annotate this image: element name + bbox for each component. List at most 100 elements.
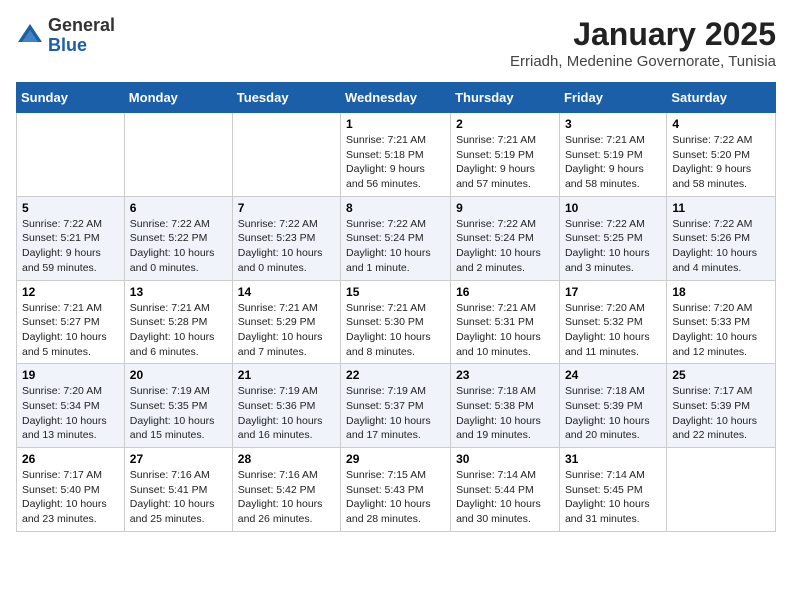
day-number: 30 (456, 452, 554, 466)
month-title: January 2025 (510, 16, 776, 53)
day-info: Sunrise: 7:22 AMSunset: 5:25 PMDaylight:… (565, 217, 661, 276)
calendar-cell (124, 113, 232, 197)
calendar-cell: 28 Sunrise: 7:16 AMSunset: 5:42 PMDayligh… (232, 448, 340, 532)
calendar-cell: 22Sunrise: 7:19 AMSunset: 5:37 PMDayligh… (341, 364, 451, 448)
day-info: Sunrise: 7:22 AMSunset: 5:20 PMDaylight:… (672, 133, 770, 192)
day-number: 17 (565, 285, 661, 299)
day-number: 28 (238, 452, 335, 466)
calendar-cell: 18Sunrise: 7:20 AMSunset: 5:33 PMDayligh… (667, 280, 776, 364)
calendar-cell: 24 Sunrise: 7:18 AMSunset: 5:39 PMDayligh… (559, 364, 666, 448)
day-number: 23 (456, 368, 554, 382)
day-number: 19 (22, 368, 119, 382)
logo: General Blue (16, 16, 115, 56)
calendar-cell: 25Sunrise: 7:17 AMSunset: 5:39 PMDayligh… (667, 364, 776, 448)
day-info: Sunrise: 7:22 AMSunset: 5:21 PMDaylight:… (22, 217, 119, 276)
weekday-header-sunday: Sunday (17, 83, 125, 113)
day-info: Sunrise: 7:20 AMSunset: 5:32 PMDaylight:… (565, 301, 661, 360)
day-info: Sunrise: 7:16 AMSunset: 5:41 PMDaylight:… (130, 468, 227, 527)
weekday-header-friday: Friday (559, 83, 666, 113)
logo-general: General (48, 16, 115, 36)
calendar-cell: 5 Sunrise: 7:22 AMSunset: 5:21 PMDaylight… (17, 196, 125, 280)
calendar-cell: 4 Sunrise: 7:22 AMSunset: 5:20 PMDaylight… (667, 113, 776, 197)
day-number: 29 (346, 452, 445, 466)
day-number: 22 (346, 368, 445, 382)
day-info: Sunrise: 7:16 AMSunset: 5:42 PMDaylight:… (238, 468, 335, 527)
calendar-cell: 2 Sunrise: 7:21 AMSunset: 5:19 PMDaylight… (451, 113, 560, 197)
day-info: Sunrise: 7:15 AMSunset: 5:43 PMDaylight:… (346, 468, 445, 527)
calendar-body: 1Sunrise: 7:21 AMSunset: 5:18 PMDaylight… (17, 113, 776, 532)
calendar-cell: 3Sunrise: 7:21 AMSunset: 5:19 PMDaylight… (559, 113, 666, 197)
day-number: 26 (22, 452, 119, 466)
calendar-cell: 29 Sunrise: 7:15 AMSunset: 5:43 PMDayligh… (341, 448, 451, 532)
calendar-cell: 12 Sunrise: 7:21 AMSunset: 5:27 PMDayligh… (17, 280, 125, 364)
day-info: Sunrise: 7:21 AMSunset: 5:27 PMDaylight:… (22, 301, 119, 360)
day-number: 18 (672, 285, 770, 299)
day-number: 13 (130, 285, 227, 299)
day-info: Sunrise: 7:21 AMSunset: 5:29 PMDaylight:… (238, 301, 335, 360)
calendar-cell: 17 Sunrise: 7:20 AMSunset: 5:32 PMDayligh… (559, 280, 666, 364)
day-number: 27 (130, 452, 227, 466)
calendar-cell: 10Sunrise: 7:22 AMSunset: 5:25 PMDayligh… (559, 196, 666, 280)
calendar-cell: 1Sunrise: 7:21 AMSunset: 5:18 PMDaylight… (341, 113, 451, 197)
calendar-week-row: 19 Sunrise: 7:20 AMSunset: 5:34 PMDayligh… (17, 364, 776, 448)
day-number: 7 (238, 201, 335, 215)
calendar-header: SundayMondayTuesdayWednesdayThursdayFrid… (17, 83, 776, 113)
day-info: Sunrise: 7:21 AMSunset: 5:19 PMDaylight:… (456, 133, 554, 192)
day-number: 4 (672, 117, 770, 131)
day-info: Sunrise: 7:18 AMSunset: 5:39 PMDaylight:… (565, 384, 661, 443)
day-info: Sunrise: 7:22 AMSunset: 5:24 PMDaylight:… (456, 217, 554, 276)
calendar-cell: 11 Sunrise: 7:22 AMSunset: 5:26 PMDayligh… (667, 196, 776, 280)
calendar-cell: 20Sunrise: 7:19 AMSunset: 5:35 PMDayligh… (124, 364, 232, 448)
calendar-cell: 31Sunrise: 7:14 AMSunset: 5:45 PMDayligh… (559, 448, 666, 532)
calendar-week-row: 12 Sunrise: 7:21 AMSunset: 5:27 PMDayligh… (17, 280, 776, 364)
logo-blue: Blue (48, 36, 115, 56)
day-number: 14 (238, 285, 335, 299)
day-info: Sunrise: 7:22 AMSunset: 5:26 PMDaylight:… (672, 217, 770, 276)
day-info: Sunrise: 7:22 AMSunset: 5:22 PMDaylight:… (130, 217, 227, 276)
calendar-cell: 23 Sunrise: 7:18 AMSunset: 5:38 PMDayligh… (451, 364, 560, 448)
day-number: 9 (456, 201, 554, 215)
day-number: 15 (346, 285, 445, 299)
calendar-cell: 26 Sunrise: 7:17 AMSunset: 5:40 PMDayligh… (17, 448, 125, 532)
calendar-week-row: 5 Sunrise: 7:22 AMSunset: 5:21 PMDaylight… (17, 196, 776, 280)
day-info: Sunrise: 7:21 AMSunset: 5:30 PMDaylight:… (346, 301, 445, 360)
calendar-table: SundayMondayTuesdayWednesdayThursdayFrid… (16, 82, 776, 532)
weekday-header-tuesday: Tuesday (232, 83, 340, 113)
day-number: 11 (672, 201, 770, 215)
day-info: Sunrise: 7:21 AMSunset: 5:28 PMDaylight:… (130, 301, 227, 360)
logo-text: General Blue (48, 16, 115, 56)
weekday-header-thursday: Thursday (451, 83, 560, 113)
day-info: Sunrise: 7:21 AMSunset: 5:19 PMDaylight:… (565, 133, 661, 192)
day-number: 20 (130, 368, 227, 382)
page-header: General Blue January 2025 Erriadh, Meden… (16, 16, 776, 70)
calendar-cell: 13 Sunrise: 7:21 AMSunset: 5:28 PMDayligh… (124, 280, 232, 364)
calendar-week-row: 1Sunrise: 7:21 AMSunset: 5:18 PMDaylight… (17, 113, 776, 197)
calendar-cell: 8Sunrise: 7:22 AMSunset: 5:24 PMDaylight… (341, 196, 451, 280)
day-info: Sunrise: 7:14 AMSunset: 5:44 PMDaylight:… (456, 468, 554, 527)
weekday-header-saturday: Saturday (667, 83, 776, 113)
day-number: 8 (346, 201, 445, 215)
calendar-cell: 21Sunrise: 7:19 AMSunset: 5:36 PMDayligh… (232, 364, 340, 448)
calendar-cell: 16Sunrise: 7:21 AMSunset: 5:31 PMDayligh… (451, 280, 560, 364)
calendar-cell: 27 Sunrise: 7:16 AMSunset: 5:41 PMDayligh… (124, 448, 232, 532)
calendar-cell (17, 113, 125, 197)
calendar-cell: 19 Sunrise: 7:20 AMSunset: 5:34 PMDayligh… (17, 364, 125, 448)
day-info: Sunrise: 7:20 AMSunset: 5:34 PMDaylight:… (22, 384, 119, 443)
day-number: 16 (456, 285, 554, 299)
day-number: 12 (22, 285, 119, 299)
day-number: 31 (565, 452, 661, 466)
day-info: Sunrise: 7:17 AMSunset: 5:40 PMDaylight:… (22, 468, 119, 527)
calendar-cell: 6Sunrise: 7:22 AMSunset: 5:22 PMDaylight… (124, 196, 232, 280)
day-number: 24 (565, 368, 661, 382)
weekday-header-wednesday: Wednesday (341, 83, 451, 113)
day-number: 2 (456, 117, 554, 131)
day-info: Sunrise: 7:21 AMSunset: 5:18 PMDaylight:… (346, 133, 445, 192)
day-info: Sunrise: 7:18 AMSunset: 5:38 PMDaylight:… (456, 384, 554, 443)
calendar-cell: 15 Sunrise: 7:21 AMSunset: 5:30 PMDayligh… (341, 280, 451, 364)
calendar-cell: 9 Sunrise: 7:22 AMSunset: 5:24 PMDaylight… (451, 196, 560, 280)
day-number: 21 (238, 368, 335, 382)
day-number: 5 (22, 201, 119, 215)
weekday-header-monday: Monday (124, 83, 232, 113)
location: Erriadh, Medenine Governorate, Tunisia (510, 53, 776, 70)
calendar-cell (667, 448, 776, 532)
